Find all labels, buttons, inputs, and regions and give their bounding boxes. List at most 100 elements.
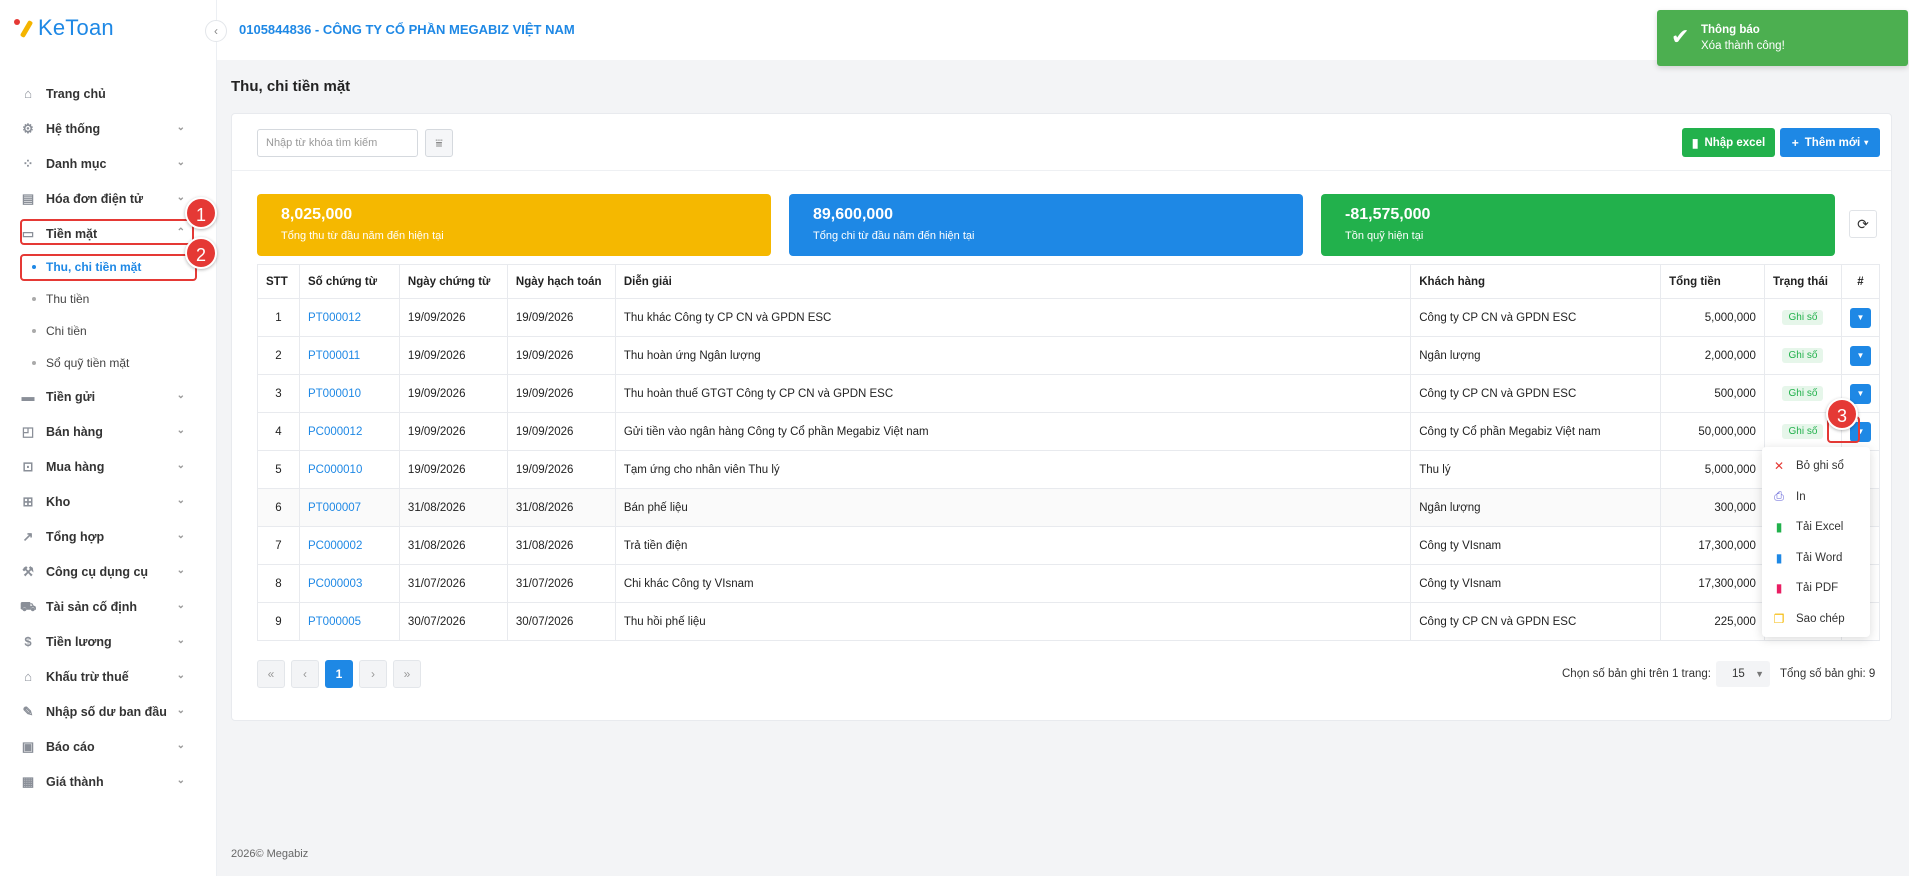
highlight-box-cash (20, 219, 194, 245)
column-header[interactable]: Số chứng từ (298, 264, 400, 299)
page-button[interactable]: 1 (325, 660, 353, 688)
cell-date: 31/08/2026 (398, 526, 508, 565)
sidebar-item-reports[interactable]: ▣ Báo cáo ⌄ (0, 729, 217, 764)
toast-notification[interactable]: ✔ Thông báo Xóa thành công! (1657, 10, 1908, 66)
chevron-down-icon: ⌄ (176, 460, 185, 471)
table-row[interactable]: 9 PT000005 30/07/2026 30/07/2026 Thu hồi… (257, 602, 1881, 641)
bank-icon: ⌂ (24, 668, 32, 684)
table-row[interactable]: 7 PC000002 31/08/2026 31/08/2026 Trả tiề… (257, 526, 1881, 565)
table-row[interactable]: 6 PT000007 31/08/2026 31/08/2026 Bán phế… (257, 488, 1881, 527)
search-input[interactable]: Nhập từ khóa tìm kiếm (257, 129, 418, 157)
sidebar-item-label: Mua hàng (46, 459, 105, 474)
row-action-button[interactable]: ▼ (1849, 383, 1871, 404)
column-header[interactable]: Khách hàng (1410, 264, 1662, 299)
first-page-button[interactable]: « (257, 660, 285, 688)
row-action-button[interactable]: ▼ (1849, 345, 1871, 366)
sidebar-item-purchasing[interactable]: ⊡ Mua hàng ⌄ (0, 449, 217, 484)
stat-value: 89,600,000 (813, 206, 894, 223)
cell-date: 19/09/2026 (398, 412, 508, 451)
per-page-select[interactable]: 15 ▼ (1716, 661, 1770, 687)
cell-customer: Công ty Cổ phần Megabiz Việt nam (1410, 412, 1662, 451)
menu-item-download-word[interactable]: ▮ Tải Word (1762, 543, 1870, 574)
sidebar-collapse-button[interactable]: ‹ (205, 20, 227, 42)
table-row[interactable]: 4 PC000012 19/09/2026 19/09/2026 Gửi tiề… (257, 412, 1881, 451)
sidebar-subitem-receipts[interactable]: Thu tiền (0, 283, 217, 315)
sidebar-nav: ⌂ Trang chủ ⚙ Hệ thống ⌄ ⁘ Danh mục ⌄ ▤ Hóa đơ… (0, 76, 217, 799)
menu-item-download-excel[interactable]: ▮ Tải Excel (1762, 512, 1870, 543)
sidebar-item-opening-balance[interactable]: ✎ Nhập số dư ban đầu ⌄ (0, 694, 217, 729)
sidebar-item-tools[interactable]: ⚒ Công cụ dụng cụ ⌄ (0, 554, 217, 589)
voucher-link[interactable]: PT000012 (308, 312, 361, 324)
status-badge: Ghi số (1782, 348, 1824, 363)
sidebar-item-deposits[interactable]: ▬ Tiền gửi ⌄ (0, 379, 217, 414)
voucher-link[interactable]: PT000010 (308, 388, 361, 400)
sidebar-item-sales[interactable]: ◰ Bán hàng ⌄ (0, 414, 217, 449)
sidebar: KeToan ⌂ Trang chủ ⚙ Hệ thống ⌄ ⁘ Danh mục ⌄ … (0, 0, 217, 876)
column-header[interactable]: Ngày hạch toán (506, 264, 616, 299)
voucher-link[interactable]: PC000012 (308, 426, 362, 438)
sidebar-item-costing[interactable]: ▦ Giá thành ⌄ (0, 764, 217, 799)
voucher-link[interactable]: PT000011 (308, 350, 360, 362)
add-new-button[interactable]: + Thêm mới ▾ (1780, 128, 1880, 157)
import-excel-button[interactable]: ▮ Nhập excel (1682, 128, 1775, 157)
menu-item-print[interactable]: ⎙ In (1762, 482, 1870, 513)
column-header[interactable]: STT (257, 264, 300, 299)
column-header[interactable]: Diễn giải (614, 264, 1412, 299)
column-header[interactable]: Tổng tiền (1660, 264, 1765, 299)
table-row[interactable]: 8 PC000003 31/07/2026 31/07/2026 Chi khá… (257, 564, 1881, 603)
cell-total: 2,000,000 (1660, 336, 1765, 375)
sidebar-item-home[interactable]: ⌂ Trang chủ (0, 76, 217, 111)
status-badge: Ghi số (1782, 310, 1824, 325)
table-row[interactable]: 5 PC000010 19/09/2026 19/09/2026 Tạm ứng… (257, 450, 1881, 489)
cell-posting-date: 31/08/2026 (506, 488, 616, 527)
company-name: 0105844836 - CÔNG TY CỔ PHẦN MEGABIZ VIỆ… (239, 22, 575, 37)
cell-posting-date: 30/07/2026 (506, 602, 616, 641)
sidebar-subitem-label: Thu tiền (46, 292, 90, 306)
menu-item-copy[interactable]: ❐ Sao chép (1762, 604, 1870, 635)
voucher-link[interactable]: PC000002 (308, 540, 362, 552)
sidebar-item-system[interactable]: ⚙ Hệ thống ⌄ (0, 111, 217, 146)
cell-stt: 5 (257, 450, 300, 489)
sidebar-item-label: Bán hàng (46, 424, 103, 439)
sidebar-item-payroll[interactable]: $ Tiền lương ⌄ (0, 624, 217, 659)
sidebar-item-warehouse[interactable]: ⊞ Kho ⌄ (0, 484, 217, 519)
table-row[interactable]: 2 PT000011 19/09/2026 19/09/2026 Thu hoà… (257, 336, 1881, 375)
sidebar-item-label: Khấu trừ thuế (46, 669, 129, 684)
menu-item-unpost[interactable]: ✕ Bỏ ghi sổ (1762, 451, 1870, 482)
voucher-link[interactable]: PC000010 (308, 464, 362, 476)
voucher-link[interactable]: PT000005 (308, 616, 361, 628)
cell-description: Thu hồi phế liệu (614, 602, 1412, 641)
row-action-button[interactable]: ▼ (1849, 307, 1871, 328)
last-page-button[interactable]: » (393, 660, 421, 688)
voucher-link[interactable]: PC000003 (308, 578, 362, 590)
chevron-down-icon: ⌄ (176, 122, 185, 133)
sidebar-subitem-payments[interactable]: Chi tiền (0, 315, 217, 347)
prev-page-button[interactable]: ‹ (291, 660, 319, 688)
table-row[interactable]: 1 PT000012 19/09/2026 19/09/2026 Thu khá… (257, 298, 1881, 337)
gear-icon: ⚙ (22, 120, 34, 136)
caret-down-icon: ▾ (1864, 138, 1869, 147)
sidebar-item-fixed-assets[interactable]: ⛟ Tài sản cố định ⌄ (0, 589, 217, 624)
column-header[interactable]: Ngày chứng từ (398, 264, 508, 299)
table-row[interactable]: 3 PT000010 19/09/2026 19/09/2026 Thu hoà… (257, 374, 1881, 413)
refresh-button[interactable]: ⟳ (1849, 210, 1877, 238)
sidebar-item-catalog[interactable]: ⁘ Danh mục ⌄ (0, 146, 217, 181)
voucher-link[interactable]: PT000007 (308, 502, 361, 514)
cell-date: 19/09/2026 (398, 374, 508, 413)
excel-file-icon: ▮ (1691, 135, 1699, 150)
sidebar-subitem-cash-book[interactable]: Sổ quỹ tiền mặt (0, 347, 217, 379)
sidebar-item-summary[interactable]: ↗ Tổng hợp ⌄ (0, 519, 217, 554)
plus-icon: + (1791, 135, 1799, 150)
filter-button[interactable]: ⩸ (425, 129, 453, 157)
sidebar-item-label: Công cụ dụng cụ (46, 564, 149, 579)
report-icon: ▣ (21, 738, 35, 754)
menu-item-download-pdf[interactable]: ▮ Tải PDF (1762, 573, 1870, 604)
sidebar-item-tax-deduction[interactable]: ⌂ Khấu trừ thuế ⌄ (0, 659, 217, 694)
app-logo[interactable]: KeToan (14, 15, 114, 40)
cell-stt: 2 (257, 336, 300, 375)
next-page-button[interactable]: › (359, 660, 387, 688)
column-header: # (1840, 264, 1881, 299)
menu-item-label: Bỏ ghi sổ (1796, 460, 1844, 473)
cell-description: Gửi tiền vào ngân hàng Công ty Cổ phần M… (614, 412, 1412, 451)
column-header[interactable]: Trạng thái (1763, 264, 1842, 299)
